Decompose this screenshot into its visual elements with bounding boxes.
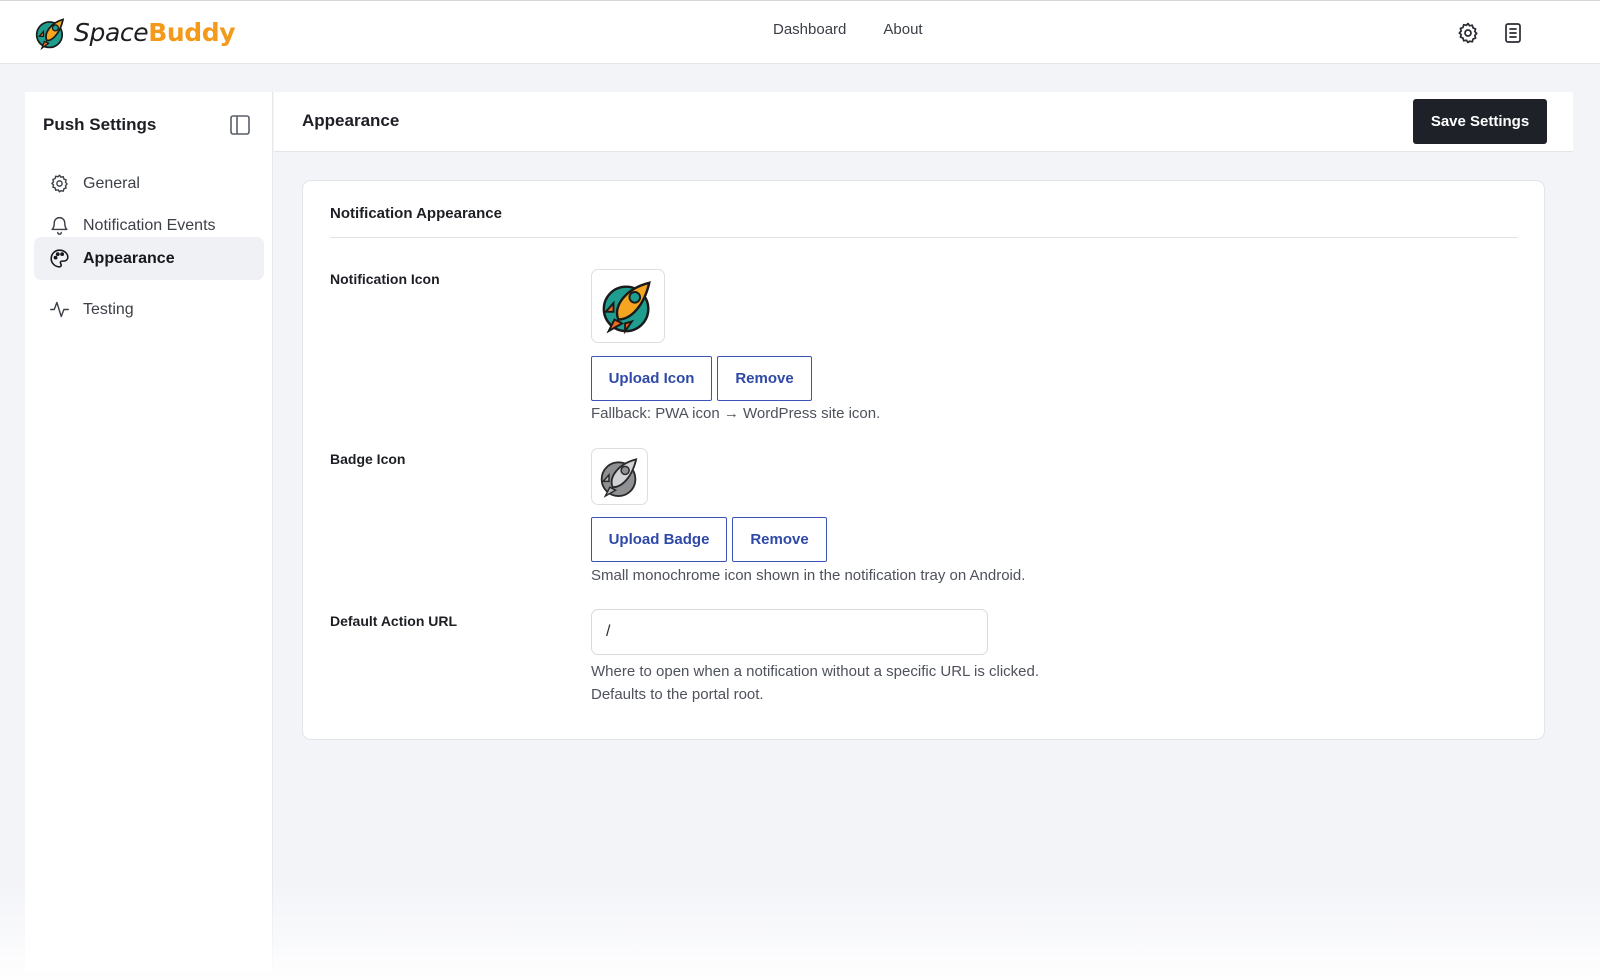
bell-icon <box>49 215 70 236</box>
activity-icon <box>49 299 70 320</box>
app-logo[interactable]: SpaceBuddy <box>35 14 236 52</box>
notification-appearance-card: Notification Appearance Notification Ico… <box>302 180 1545 740</box>
gear-icon[interactable] <box>1456 21 1480 45</box>
upload-badge-button[interactable]: Upload Badge <box>591 517 727 562</box>
badge-icon-label: Badge Icon <box>330 451 406 467</box>
nav-about-link[interactable]: About <box>883 21 922 38</box>
gear-icon <box>49 173 70 194</box>
top-bar: SpaceBuddy Dashboard About <box>0 0 1600 64</box>
notification-icon-preview <box>591 269 665 343</box>
badge-icon-help: Small monochrome icon shown in the notif… <box>591 567 1026 584</box>
upload-icon-button[interactable]: Upload Icon <box>591 356 712 401</box>
sidebar-item-label: General <box>83 174 140 192</box>
sidebar-item-general[interactable]: General <box>34 162 264 205</box>
sidebar-item-label: Testing <box>83 300 134 318</box>
palette-icon <box>49 248 70 269</box>
sidebar-item-testing[interactable]: Testing <box>34 288 264 331</box>
sidebar-item-label: Appearance <box>83 249 175 267</box>
top-navigation: Dashboard About <box>773 21 923 38</box>
card-title: Notification Appearance <box>330 205 502 222</box>
main-header: Appearance Save Settings <box>274 92 1573 152</box>
default-action-url-help-line1: Where to open when a notification withou… <box>591 663 1040 680</box>
page-title: Appearance <box>302 111 400 130</box>
remove-icon-button[interactable]: Remove <box>717 356 812 401</box>
card-divider <box>330 237 1518 238</box>
default-action-url-label: Default Action URL <box>330 613 458 629</box>
logo-text-buddy: Buddy <box>148 18 236 47</box>
sidebar-toggle-icon[interactable] <box>229 114 251 136</box>
notification-icon-label: Notification Icon <box>330 271 440 287</box>
save-settings-button[interactable]: Save Settings <box>1413 99 1547 144</box>
notification-icon-help: Fallback: PWA icon → WordPress site icon… <box>591 405 881 422</box>
default-action-url-help-line2: Defaults to the portal root. <box>591 686 764 703</box>
default-action-url-input[interactable] <box>591 609 988 655</box>
sidebar-item-appearance[interactable]: Appearance <box>34 237 264 280</box>
badge-rocket-icon <box>600 457 637 498</box>
sidebar-item-label: Notification Events <box>83 216 216 234</box>
badge-icon-preview <box>591 448 648 505</box>
rocket-logo-icon <box>35 18 65 51</box>
settings-sidebar: Push Settings General Notification Event… <box>25 92 273 972</box>
app-logo-text: SpaceBuddy <box>74 18 236 47</box>
nav-dashboard-link[interactable]: Dashboard <box>773 21 846 38</box>
rocket-icon <box>602 281 651 335</box>
sidebar-title: Push Settings <box>43 115 157 134</box>
logo-text-space: Space <box>74 18 149 47</box>
document-icon[interactable] <box>1501 21 1525 45</box>
remove-badge-button[interactable]: Remove <box>732 517 827 562</box>
